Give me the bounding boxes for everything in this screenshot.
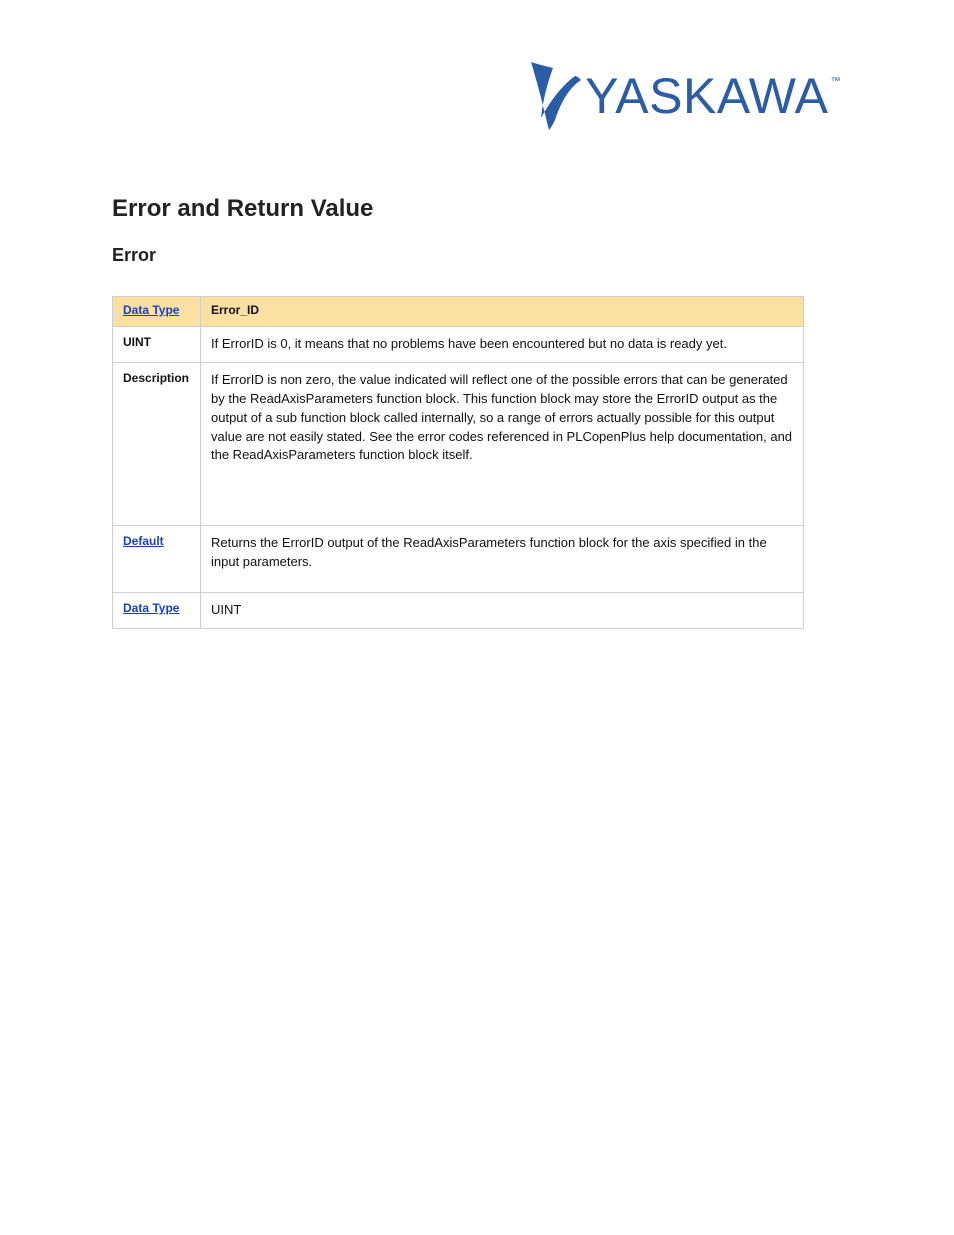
cell-value-2: Returns the ErrorID output of the ReadAx… (201, 526, 804, 593)
table-row: Data Type UINT (113, 592, 804, 628)
cell-value-1: If ErrorID is non zero, the value indica… (201, 363, 804, 526)
table-header-errorid: Error_ID (201, 297, 804, 327)
cell-value-3: UINT (201, 592, 804, 628)
heading-error-return-value: Error and Return Value (112, 195, 373, 223)
brand-wordmark: YASKAWA™ (585, 71, 839, 121)
cell-value-0: If ErrorID is 0, it means that no proble… (201, 327, 804, 363)
cell-label-description: Description (113, 363, 201, 526)
cell-label-uint: UINT (113, 327, 201, 363)
yaskawa-mark-icon (527, 62, 581, 130)
cell-label-datatype[interactable]: Data Type (113, 592, 201, 628)
table-header-datatype[interactable]: Data Type (113, 297, 201, 327)
brand-logo: YASKAWA™ (527, 62, 839, 130)
table-header-row: Data Type Error_ID (113, 297, 804, 327)
table-row: UINT If ErrorID is 0, it means that no p… (113, 327, 804, 363)
error-table: Data Type Error_ID UINT If ErrorID is 0,… (112, 296, 804, 629)
table-row: Default Returns the ErrorID output of th… (113, 526, 804, 593)
table-row: Description If ErrorID is non zero, the … (113, 363, 804, 526)
heading-error: Error (112, 245, 156, 266)
cell-label-default[interactable]: Default (113, 526, 201, 593)
